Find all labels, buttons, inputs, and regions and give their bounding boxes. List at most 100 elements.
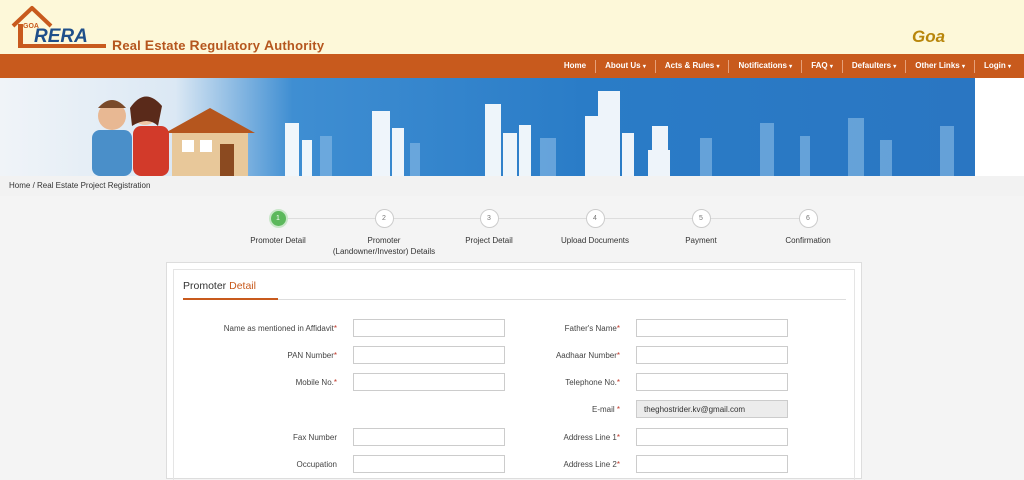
title-rest-egulatory: egulatory xyxy=(199,38,264,53)
label-text: Telephone No. xyxy=(565,378,617,387)
step-upload-documents[interactable]: 4 Upload Documents xyxy=(535,209,655,246)
nav-home[interactable]: Home xyxy=(555,60,595,72)
step-number: 6 xyxy=(798,209,818,228)
step-label: Payment xyxy=(685,236,717,245)
label-text: Mobile No. xyxy=(295,378,334,387)
affidavit-name-input[interactable] xyxy=(353,319,505,337)
label-text: Aadhaar Number xyxy=(555,351,617,360)
promoter-detail-panel: Promoter Detail Name as mentioned in Aff… xyxy=(173,269,855,480)
site-header: GOA RERA Real Estate Regulatory Authorit… xyxy=(0,0,1024,54)
promoter-detail-card: Promoter Detail Name as mentioned in Aff… xyxy=(166,262,862,480)
nav-about-us[interactable]: About Us ▾ xyxy=(595,59,655,73)
nav-label: Notifications xyxy=(738,60,787,70)
email-label: E-mail * xyxy=(592,405,620,414)
mobile-input[interactable] xyxy=(353,373,505,391)
caret-down-icon: ▾ xyxy=(1007,63,1011,70)
step-promoter-landowner[interactable]: 2 Promoter (Landowner/Investor) Details xyxy=(324,209,444,257)
occupation-label: Occupation xyxy=(296,460,337,469)
label-text: PAN Number xyxy=(287,351,334,360)
label-text: Address Line 1 xyxy=(563,433,617,442)
site-title: Real Estate Regulatory Authority xyxy=(112,37,324,53)
nav-label: Other Links xyxy=(915,60,960,70)
step-payment[interactable]: 5 Payment xyxy=(641,209,761,246)
section-title-plain: Promoter xyxy=(183,280,230,292)
hero-banner xyxy=(0,78,975,176)
section-divider xyxy=(183,299,846,300)
father-name-input[interactable] xyxy=(636,319,788,337)
logo-rera-text: RERA xyxy=(34,26,88,47)
pan-number-input[interactable] xyxy=(353,346,505,364)
required-mark: * xyxy=(616,378,620,387)
step-label: Promoter xyxy=(367,236,401,245)
banner-right-space xyxy=(975,78,1024,176)
step-label: Promoter Detail xyxy=(250,236,306,245)
aadhaar-number-label: Aadhaar Number* xyxy=(556,351,620,360)
city-skyline-image xyxy=(92,91,954,176)
title-rest-eal: eal xyxy=(122,38,145,53)
caret-down-icon: ▾ xyxy=(642,63,646,70)
caret-down-icon: ▾ xyxy=(893,63,897,70)
nav-other-links[interactable]: Other Links ▾ xyxy=(905,59,974,73)
caret-down-icon: ▾ xyxy=(829,63,833,70)
required-mark: * xyxy=(333,378,337,387)
step-promoter-detail[interactable]: 1 Promoter Detail xyxy=(218,209,338,246)
mobile-label: Mobile No.* xyxy=(296,378,337,387)
nav-label: Home xyxy=(563,61,587,70)
step-label-sub: (Landowner/Investor) Details xyxy=(332,247,436,256)
address-line-2-input[interactable] xyxy=(636,455,788,473)
registration-steps: 1 Promoter Detail 2 Promoter (Landowner/… xyxy=(0,205,1024,265)
title-rest-state: state xyxy=(154,38,190,53)
nav-acts-rules[interactable]: Acts & Rules ▾ xyxy=(654,59,729,73)
nav-defaulters[interactable]: Defaulters ▾ xyxy=(841,59,905,73)
title-cap-a: A xyxy=(263,37,275,53)
fax-number-label: Fax Number xyxy=(292,433,337,442)
step-label: Confirmation xyxy=(785,236,831,245)
nav-faq[interactable]: FAQ ▾ xyxy=(801,59,842,73)
step-number: 2 xyxy=(374,209,394,228)
step-label: Project Detail xyxy=(465,236,513,245)
step-number: 5 xyxy=(691,209,711,228)
goa-rera-logo[interactable]: GOA RERA xyxy=(10,4,110,52)
title-cap-e: E xyxy=(144,37,155,53)
nav-label: FAQ xyxy=(811,60,828,70)
required-mark: * xyxy=(616,351,620,360)
aadhaar-number-input[interactable] xyxy=(636,346,788,364)
step-number: 4 xyxy=(585,209,605,228)
section-title-accent: Detail xyxy=(229,280,256,292)
state-name: Goa xyxy=(912,27,946,46)
caret-down-icon: ▾ xyxy=(716,63,720,70)
caret-down-icon: ▾ xyxy=(961,63,965,70)
nav-notifications[interactable]: Notifications ▾ xyxy=(728,59,801,73)
telephone-input[interactable] xyxy=(636,373,788,391)
nav-label: About Us xyxy=(605,60,641,70)
address-line-1-input[interactable] xyxy=(636,428,788,446)
nav-label: Login xyxy=(983,60,1006,70)
required-mark: * xyxy=(616,324,620,333)
main-nav: Home About Us ▾ Acts & Rules ▾ Notificat… xyxy=(0,54,1024,78)
label-text: Address Line 2 xyxy=(563,460,617,469)
pan-number-label: PAN Number* xyxy=(287,351,337,360)
required-mark: * xyxy=(616,405,620,414)
step-number: 3 xyxy=(479,209,499,228)
occupation-input[interactable] xyxy=(353,455,505,473)
nav-login[interactable]: Login ▾ xyxy=(973,59,1020,73)
email-input xyxy=(636,400,788,418)
step-label-wrap: Promoter (Landowner/Investor) Details xyxy=(324,235,444,257)
required-mark: * xyxy=(333,351,337,360)
step-confirmation[interactable]: 6 Confirmation xyxy=(748,209,868,246)
step-number: 1 xyxy=(268,209,288,228)
title-cap-r: R xyxy=(112,37,123,53)
title-cap-r2: R xyxy=(189,37,200,53)
step-project-detail[interactable]: 3 Project Detail xyxy=(429,209,549,246)
father-name-label: Father's Name* xyxy=(565,324,620,333)
telephone-label: Telephone No.* xyxy=(565,378,620,387)
required-mark: * xyxy=(333,324,337,333)
address-line-2-label: Address Line 2* xyxy=(564,460,621,469)
address-line-1-label: Address Line 1* xyxy=(564,433,621,442)
label-text: E-mail xyxy=(591,405,617,414)
fax-number-input[interactable] xyxy=(353,428,505,446)
breadcrumb: Home / Real Estate Project Registration xyxy=(0,176,1024,196)
step-label: Upload Documents xyxy=(560,236,630,245)
title-rest-uthority: uthority xyxy=(274,38,325,53)
caret-down-icon: ▾ xyxy=(789,63,793,70)
